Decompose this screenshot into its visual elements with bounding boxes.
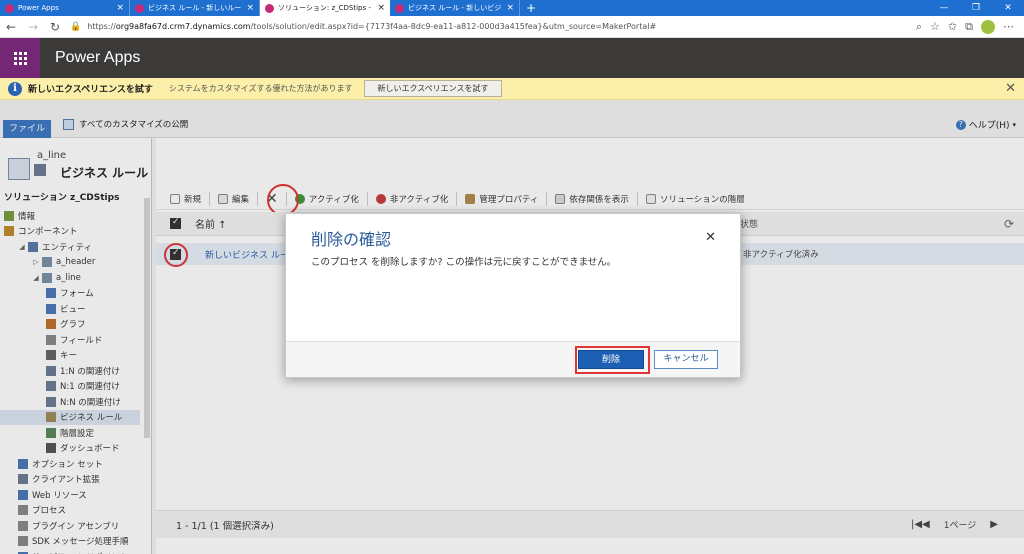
back-icon[interactable]: ← (0, 20, 22, 34)
app-launcher-icon[interactable] (0, 38, 40, 78)
profile-avatar[interactable] (981, 19, 995, 34)
reload-icon[interactable]: ↻ (44, 20, 66, 34)
dialog-message: このプロセス を削除しますか? この操作は元に戻すことができません。 (311, 257, 617, 268)
collections-icon[interactable]: ⧉ (965, 20, 973, 34)
notification-close-icon[interactable]: ✕ (1005, 81, 1016, 96)
powerapps-favicon-icon (265, 3, 274, 13)
tab-close-icon[interactable]: × (246, 3, 254, 13)
app-title[interactable]: Power Apps (55, 49, 140, 67)
minimize-icon[interactable]: — (928, 0, 960, 16)
restore-icon[interactable]: ❐ (960, 0, 992, 16)
notification-bar: i 新しいエクスペリエンスを試す システムをカスタマイズする優れた方法があります… (0, 78, 1024, 100)
tab-title: ビジネス ルール - 新しいビジネス ル (408, 4, 502, 12)
app-header: Power Apps (0, 38, 1024, 78)
tab-close-icon[interactable]: × (506, 3, 514, 13)
url-domain: org9a8fa67d.crm7.dynamics.com (115, 22, 251, 31)
dialog-footer: 削除 キャンセル (286, 341, 740, 377)
more-icon[interactable]: ⋯ (1003, 20, 1014, 34)
browser-tab-bar: Power Apps × ビジネス ルール - 新しいルール - Micr × ソリ… (0, 0, 1024, 16)
zoom-icon[interactable]: ⌕ (916, 20, 922, 34)
tab-title: ビジネス ルール - 新しいルール - Micr (148, 4, 242, 12)
tab-title: ソリューション: z_CDStips - Microso (278, 4, 373, 12)
favorite-star-icon[interactable]: ☆ (930, 20, 940, 34)
window-controls: — ❐ ✕ (928, 0, 1024, 16)
cancel-button[interactable]: キャンセル (654, 350, 718, 369)
forward-icon[interactable]: → (22, 20, 44, 34)
dialog-title: 削除の確認 (311, 230, 392, 249)
tab-title: Power Apps (18, 4, 59, 12)
url-field[interactable]: https://org9a8fa67d.crm7.dynamics.com/to… (87, 22, 916, 31)
tab-close-icon[interactable]: × (116, 3, 124, 13)
address-bar: ← → ↻ 🔒 https://org9a8fa67d.crm7.dynamic… (0, 16, 1024, 38)
close-window-icon[interactable]: ✕ (992, 0, 1024, 16)
powerapps-favicon-icon (5, 3, 14, 13)
browser-tab-active[interactable]: ソリューション: z_CDStips - Microso × (260, 0, 390, 16)
try-new-experience-button[interactable]: 新しいエクスペリエンスを試す (364, 80, 502, 97)
url-prefix: https:// (87, 22, 116, 31)
notification-text: システムをカスタマイズする優れた方法があります (168, 84, 353, 93)
dialog-close-icon[interactable]: ✕ (705, 230, 716, 245)
new-tab-button[interactable]: + (520, 0, 542, 16)
delete-confirm-dialog: 削除の確認 ✕ このプロセス を削除しますか? この操作は元に戻すことができませ… (285, 213, 741, 378)
notification-title: 新しいエクスペリエンスを試す (28, 85, 153, 95)
info-icon: i (8, 81, 22, 96)
url-path: /tools/solution/edit.aspx?id={7173f4aa-8… (250, 22, 657, 31)
browser-tab[interactable]: Power Apps × (0, 0, 130, 16)
powerapps-favicon-icon (135, 3, 144, 13)
browser-tab[interactable]: ビジネス ルール - 新しいビジネス ル × (390, 0, 520, 16)
lock-icon: 🔒 (70, 21, 82, 32)
favorites-icon[interactable]: ✩ (948, 20, 957, 34)
tab-close-icon[interactable]: × (377, 3, 385, 13)
powerapps-favicon-icon (395, 3, 404, 13)
browser-icons: ⌕ ☆ ✩ ⧉ ⋯ (916, 19, 1024, 34)
confirm-delete-button[interactable]: 削除 (578, 350, 644, 369)
browser-tab[interactable]: ビジネス ルール - 新しいルール - Micr × (130, 0, 260, 16)
